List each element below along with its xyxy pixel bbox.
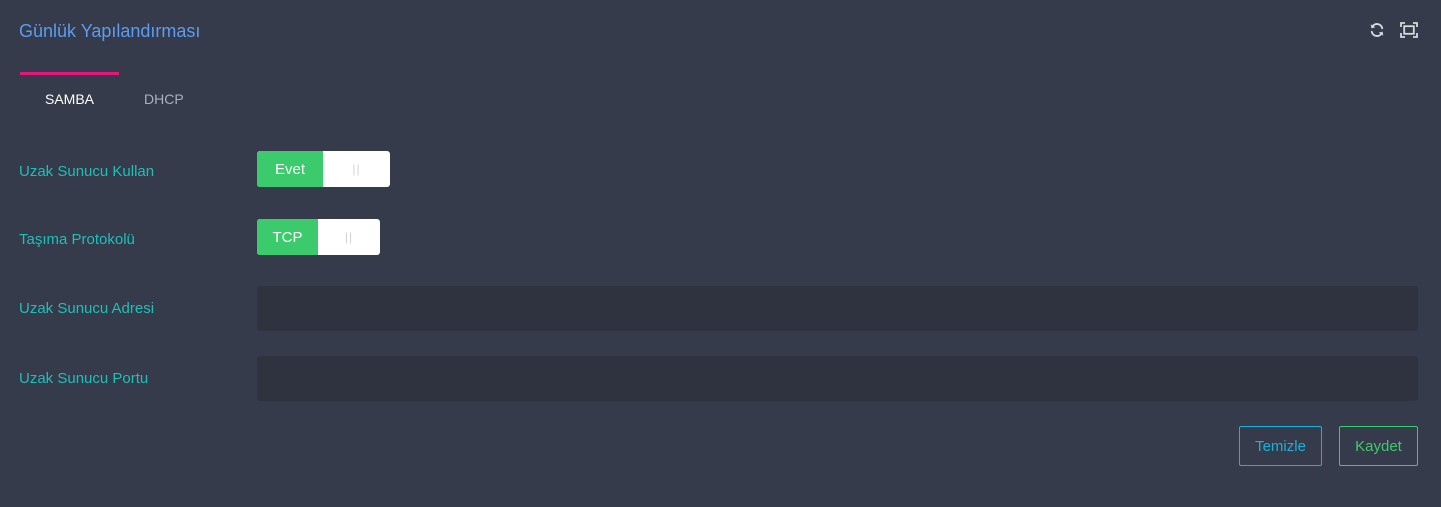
fullscreen-button[interactable] bbox=[1399, 21, 1419, 43]
toggle-on-label: TCP bbox=[257, 219, 318, 255]
refresh-icon bbox=[1369, 22, 1385, 43]
transport-protocol-toggle[interactable]: TCP || bbox=[257, 219, 380, 255]
use-remote-server-label: Uzak Sunucu Kullan bbox=[19, 163, 155, 180]
remote-server-port-input[interactable] bbox=[257, 356, 1418, 401]
toggle-handle: || bbox=[352, 162, 361, 176]
tab-bar: SAMBA DHCP bbox=[20, 72, 209, 122]
form-row-use-remote-server: Uzak Sunucu Kullan Evet || bbox=[19, 151, 1418, 187]
refresh-button[interactable] bbox=[1367, 22, 1387, 42]
panel-tools bbox=[1367, 21, 1419, 43]
tab-dhcp[interactable]: DHCP bbox=[119, 72, 209, 122]
remote-server-address-label: Uzak Sunucu Adresi bbox=[19, 300, 155, 317]
form-row-transport-protocol: Taşıma Protokolü TCP || bbox=[19, 219, 1418, 255]
use-remote-server-toggle[interactable]: Evet || bbox=[257, 151, 390, 187]
save-button[interactable]: Kaydet bbox=[1339, 426, 1418, 466]
remote-server-port-label: Uzak Sunucu Portu bbox=[19, 370, 149, 387]
remote-server-address-input[interactable] bbox=[257, 286, 1418, 331]
log-configuration-panel: Günlük Yapılandırması SAMBA DHCP Uzak Su… bbox=[0, 0, 1441, 507]
tab-samba[interactable]: SAMBA bbox=[20, 72, 120, 122]
fullscreen-icon bbox=[1400, 21, 1418, 43]
form-row-remote-server-port: Uzak Sunucu Portu bbox=[19, 356, 1418, 401]
form-actions: Temizle Kaydet bbox=[1239, 426, 1418, 466]
toggle-handle: || bbox=[344, 230, 354, 244]
form-row-remote-server-address: Uzak Sunucu Adresi bbox=[19, 286, 1418, 331]
transport-protocol-label: Taşıma Protokolü bbox=[19, 231, 135, 248]
toggle-on-label: Evet bbox=[257, 151, 323, 187]
clear-button[interactable]: Temizle bbox=[1239, 426, 1322, 466]
panel-title: Günlük Yapılandırması bbox=[19, 21, 201, 41]
